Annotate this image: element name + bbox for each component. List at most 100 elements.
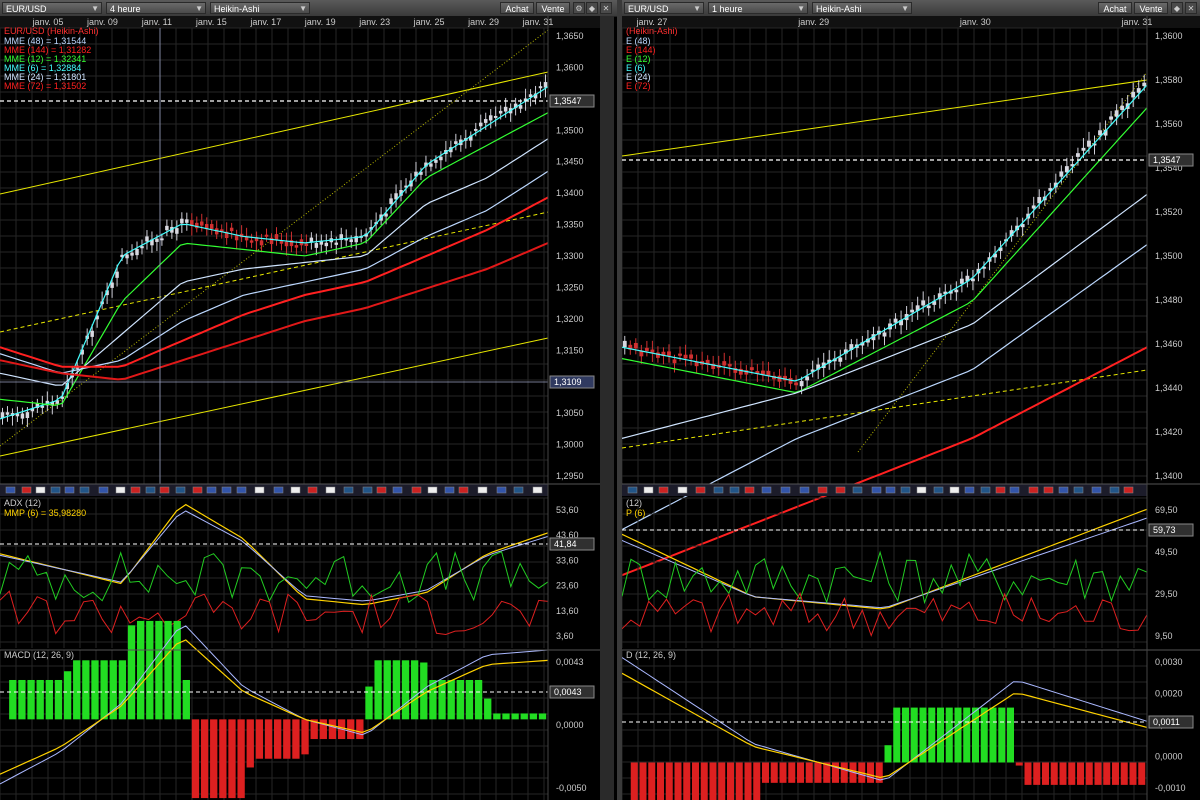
macd-histogram-bar — [788, 762, 796, 783]
macd-tick-label: -0,0050 — [556, 783, 587, 793]
macd-histogram-bar — [954, 707, 962, 763]
candle — [794, 382, 799, 386]
candle — [434, 159, 438, 163]
flag-icon — [916, 486, 927, 494]
flag-icon — [677, 486, 688, 494]
flag-icon — [192, 486, 203, 494]
left-symbol-select[interactable]: EUR/USD ▼ — [2, 2, 102, 14]
price-tick-label: 1,3150 — [556, 345, 584, 355]
macd-histogram-bar — [283, 719, 291, 759]
macd-histogram-bar — [665, 762, 673, 800]
flag-icon — [713, 486, 724, 494]
right-chart-svg: janv. 27 janv. 29 janv. 30 janv. 311,36001,… — [622, 16, 1200, 800]
candle — [882, 332, 887, 337]
flag-icon — [21, 486, 32, 494]
adx-marker-label: 41,84 — [554, 539, 577, 549]
candle — [672, 359, 677, 364]
left-toolbar: EUR/USD ▼ 4 heure ▼ Heikin-Ashi ▼ Achat Ven… — [0, 0, 617, 17]
date-label: janv. 19 — [304, 17, 336, 27]
right-symbol-select[interactable]: EUR/USD ▼ — [624, 2, 704, 14]
trend-line — [622, 79, 1148, 157]
macd-histogram-bar — [210, 719, 218, 799]
macd-histogram-bar — [493, 713, 501, 720]
flag-icon — [695, 486, 706, 494]
price-tick-label: 1,3600 — [1155, 31, 1183, 41]
candle — [538, 86, 543, 89]
candle — [1059, 171, 1064, 177]
macd-histogram-bar — [797, 762, 804, 783]
macd-histogram-bar — [237, 719, 245, 799]
right-style-select[interactable]: Heikin-Ashi ▼ — [812, 2, 912, 14]
legend-entry: MME (72) = 1,31502 — [4, 81, 86, 91]
price-tick-label: 1,3500 — [1155, 251, 1183, 261]
candle — [110, 282, 114, 288]
flag-icon — [427, 486, 438, 494]
candle — [145, 236, 149, 242]
macd-histogram-bar — [374, 660, 382, 720]
macd-histogram-bar — [1007, 707, 1014, 763]
flag-icon — [325, 486, 336, 494]
price-tick-label: 1,3440 — [1155, 383, 1183, 393]
right-timeframe-label: 1 heure — [712, 4, 743, 14]
left-sell-button[interactable]: Vente — [536, 2, 570, 14]
pin-icon[interactable]: ◆ — [586, 2, 598, 14]
candle — [503, 106, 508, 112]
macd-histogram-bar — [1042, 762, 1049, 785]
macd-histogram-bar — [401, 660, 410, 720]
candle — [926, 305, 931, 309]
macd-histogram-bar — [700, 762, 708, 800]
close-icon[interactable]: ✕ — [600, 2, 612, 14]
macd-histogram-bar — [328, 719, 337, 740]
right-buy-button[interactable]: Achat — [1098, 2, 1132, 14]
flag-icon — [1091, 486, 1102, 494]
chevron-down-icon: ▼ — [195, 4, 203, 13]
candle — [185, 219, 189, 223]
left-scrollbar[interactable] — [600, 16, 614, 800]
candle — [1114, 110, 1119, 117]
left-style-label: Heikin-Ashi — [214, 4, 260, 14]
flag-icon — [477, 486, 488, 494]
flag-icon — [871, 486, 882, 494]
settings-icon[interactable]: ⚙ — [573, 2, 585, 14]
candle — [165, 225, 169, 231]
candle — [799, 381, 804, 387]
candle — [304, 243, 309, 246]
macd-histogram-bar — [1129, 762, 1137, 785]
candle — [200, 221, 204, 226]
macd-histogram-bar — [137, 620, 145, 720]
date-label: janv. 11 — [141, 17, 172, 27]
left-buy-button[interactable]: Achat — [500, 2, 534, 14]
flag-icon — [206, 486, 217, 494]
price-tick-label: 1,3050 — [556, 408, 584, 418]
close-icon[interactable]: ✕ — [1185, 2, 1197, 14]
flag-icon — [729, 486, 740, 494]
flag-icon — [130, 486, 141, 494]
macd-histogram-bar — [36, 679, 44, 720]
right-chart-window: EUR/USD ▼ 1 heure ▼ Heikin-Ashi ▼ Achat Ven… — [622, 0, 1200, 800]
flag-icon — [254, 486, 265, 494]
flag-icon — [1028, 486, 1039, 494]
candle — [209, 224, 214, 229]
adx-tick-label: 23,60 — [556, 581, 579, 591]
macd-histogram-bar — [484, 698, 492, 720]
candle — [493, 115, 498, 118]
date-label: janv. 25 — [413, 17, 445, 27]
left-timeframe-select[interactable]: 4 heure ▼ — [106, 2, 206, 14]
left-style-select[interactable]: Heikin-Ashi ▼ — [210, 2, 310, 14]
flag-icon — [458, 486, 469, 494]
candle — [429, 163, 433, 167]
candle — [644, 347, 649, 351]
right-style-label: Heikin-Ashi — [816, 4, 862, 14]
macd-histogram-bar — [867, 762, 874, 783]
right-toolbar: EUR/USD ▼ 1 heure ▼ Heikin-Ashi ▼ Achat Ven… — [622, 0, 1200, 17]
candle — [334, 242, 339, 245]
right-timeframe-select[interactable]: 1 heure ▼ — [708, 2, 808, 14]
macd-histogram-bar — [709, 762, 717, 800]
candle — [678, 353, 682, 356]
macd-histogram-bar — [937, 707, 944, 763]
candle — [264, 234, 269, 237]
candle — [454, 141, 458, 144]
macd-histogram-bar — [727, 762, 734, 800]
right-sell-button[interactable]: Vente — [1134, 2, 1168, 14]
pin-icon[interactable]: ◆ — [1171, 2, 1183, 14]
